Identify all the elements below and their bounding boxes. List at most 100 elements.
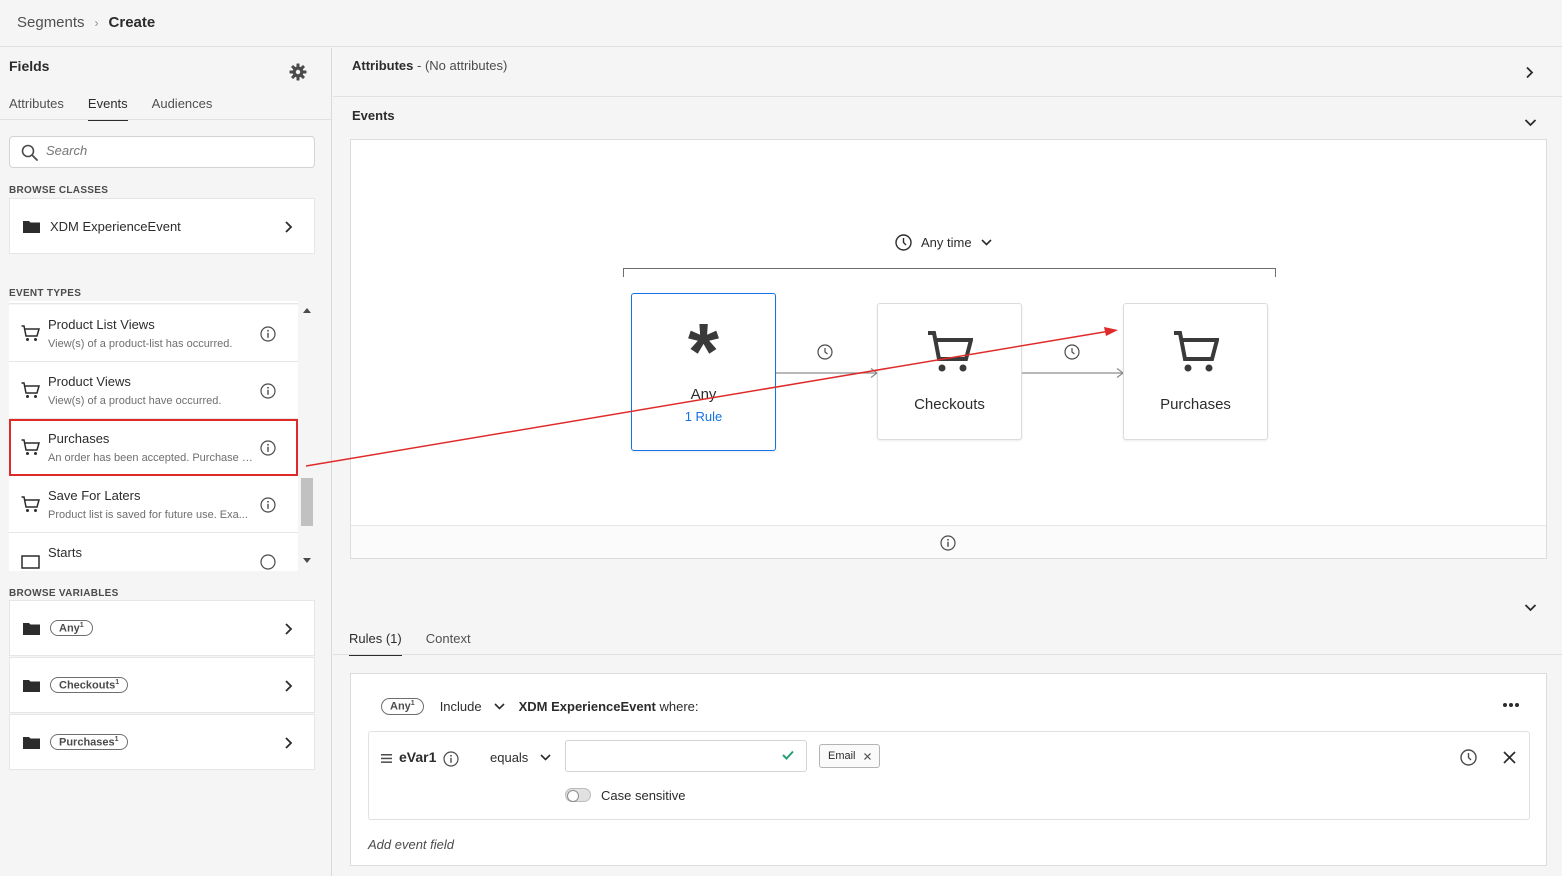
cart-icon [21,325,40,341]
info-icon[interactable] [443,751,459,767]
chevron-down-icon [494,703,505,710]
event-item-purchases[interactable]: Purchases An order has been accepted. Pu… [9,419,298,476]
sequence-bracket [623,268,1276,277]
variable-pill: Checkouts1 [50,676,129,694]
folder-icon [23,679,40,692]
tab-context[interactable]: Context [426,631,471,656]
event-item-starts[interactable]: Starts [9,533,298,571]
info-icon[interactable] [260,326,276,342]
clock-icon[interactable] [817,344,833,360]
scroll-up-icon[interactable] [303,307,311,313]
event-node-label: Purchases [1160,396,1231,413]
top-bar: Segments › Create [0,0,1562,47]
browse-variable-purchases[interactable]: Purchases1 [9,714,315,770]
gear-icon[interactable] [289,63,307,81]
breadcrumb: Segments › Create [17,14,155,31]
variable-pill-count: 1 [115,678,120,686]
chevron-down-icon[interactable] [1524,118,1537,127]
event-item-description: View(s) of a product have occurred. [48,395,222,407]
canvas-footer [351,525,1546,558]
variable-pill-count: 1 [114,735,119,743]
attributes-subtitle: - (No attributes) [413,58,508,73]
variable-pill: Any1 [50,619,93,637]
event-node-any[interactable]: * Any 1 Rule [631,293,776,451]
value-field [565,740,807,772]
remove-tag-icon[interactable] [863,752,871,760]
browse-variable-checkouts[interactable]: Checkouts1 [9,657,315,713]
browse-classes-label: BROWSE CLASSES [9,185,109,196]
cart-icon [927,331,973,372]
rules-container: Any1 Include XDM ExperienceEvent where: … [350,673,1547,866]
info-icon[interactable] [260,383,276,399]
operator-label: equals [490,750,529,765]
include-dropdown[interactable]: Include [440,699,505,714]
search-box [9,136,315,168]
breadcrumb-segments[interactable]: Segments [17,14,85,31]
scroll-down-icon[interactable] [303,558,311,564]
info-icon[interactable] [260,440,276,456]
event-item-description: Product list is saved for future use. Ex… [48,509,248,521]
more-options-icon[interactable] [1502,702,1520,708]
event-node-rule-count[interactable]: 1 Rule [632,409,775,424]
event-item-description: View(s) of a product-list has occurred. [48,338,233,350]
clock-icon[interactable] [1064,344,1080,360]
event-list-scrollbar[interactable] [300,301,314,571]
rule-variable-name: eVar1 [399,749,437,765]
chevron-right-icon[interactable] [1525,66,1535,79]
chevron-right-icon [285,623,293,635]
event-sequence-canvas: Any time * Any 1 Rule Checkouts Purchase… [350,139,1547,559]
chevron-down-icon[interactable] [1524,603,1537,612]
event-node-checkouts[interactable]: Checkouts [877,303,1022,440]
folder-icon [23,622,40,635]
breadcrumb-separator: › [94,15,99,30]
add-event-field-link[interactable]: Add event field [368,837,454,852]
tabs-divider [0,119,331,120]
fields-panel: Fields Attributes Events Audiences BROWS… [0,48,332,876]
event-item-save-for-laters[interactable]: Save For Laters Product list is saved fo… [9,476,298,533]
variable-pill-count: 1 [79,621,84,629]
events-title: Events [352,108,395,123]
search-input[interactable] [46,143,296,158]
breadcrumb-current: Create [108,14,156,31]
info-icon[interactable] [260,497,276,513]
rule-class-name: XDM ExperienceEvent where: [519,699,699,714]
close-icon[interactable] [1503,751,1516,764]
operator-dropdown[interactable]: equals [490,750,551,765]
chevron-right-icon [285,221,293,233]
clock-icon[interactable] [1460,749,1477,766]
event-node-purchases[interactable]: Purchases [1123,303,1268,440]
search-icon [21,144,38,161]
case-sensitive-label: Case sensitive [601,788,686,803]
clock-icon [895,234,912,251]
tab-audiences[interactable]: Audiences [152,96,213,121]
asterisk-icon: * [687,307,720,396]
rule-where-label: where: [655,698,699,714]
rule-event-pill-label: Any [390,700,411,713]
scroll-thumb[interactable] [301,478,313,526]
event-item-product-list-views[interactable]: Product List Views View(s) of a product-… [9,305,298,362]
event-item-name: Save For Laters [48,488,141,503]
variable-pill-label: Any [59,622,80,635]
attributes-bar[interactable]: Attributes - (No attributes) [333,48,1562,97]
tab-events[interactable]: Events [87,96,128,121]
event-node-label: Checkouts [914,396,985,413]
list-item[interactable] [9,301,298,304]
time-constraint-dropdown[interactable]: Any time [895,234,992,251]
event-item-product-views[interactable]: Product Views View(s) of a product have … [9,362,298,419]
browse-class-xdm-experienceevent[interactable]: XDM ExperienceEvent [9,198,315,254]
case-sensitive-toggle[interactable] [565,788,591,802]
drag-handle-icon[interactable] [381,754,392,763]
value-input[interactable] [574,742,774,770]
info-icon[interactable] [940,535,956,551]
attributes-title-label: Attributes [352,58,414,73]
value-tag-email[interactable]: Email [819,744,880,768]
tab-rules[interactable]: Rules (1) [349,631,402,656]
folder-icon [23,736,40,749]
tab-attributes[interactable]: Attributes [9,96,64,121]
browse-variable-any[interactable]: Any1 [9,600,315,656]
rule-event-pill-count: 1 [410,700,415,707]
cart-icon [21,496,40,512]
info-icon[interactable] [260,554,276,570]
sequence-arrow [776,367,879,379]
rules-tabs: Rules (1) Context [349,631,471,656]
